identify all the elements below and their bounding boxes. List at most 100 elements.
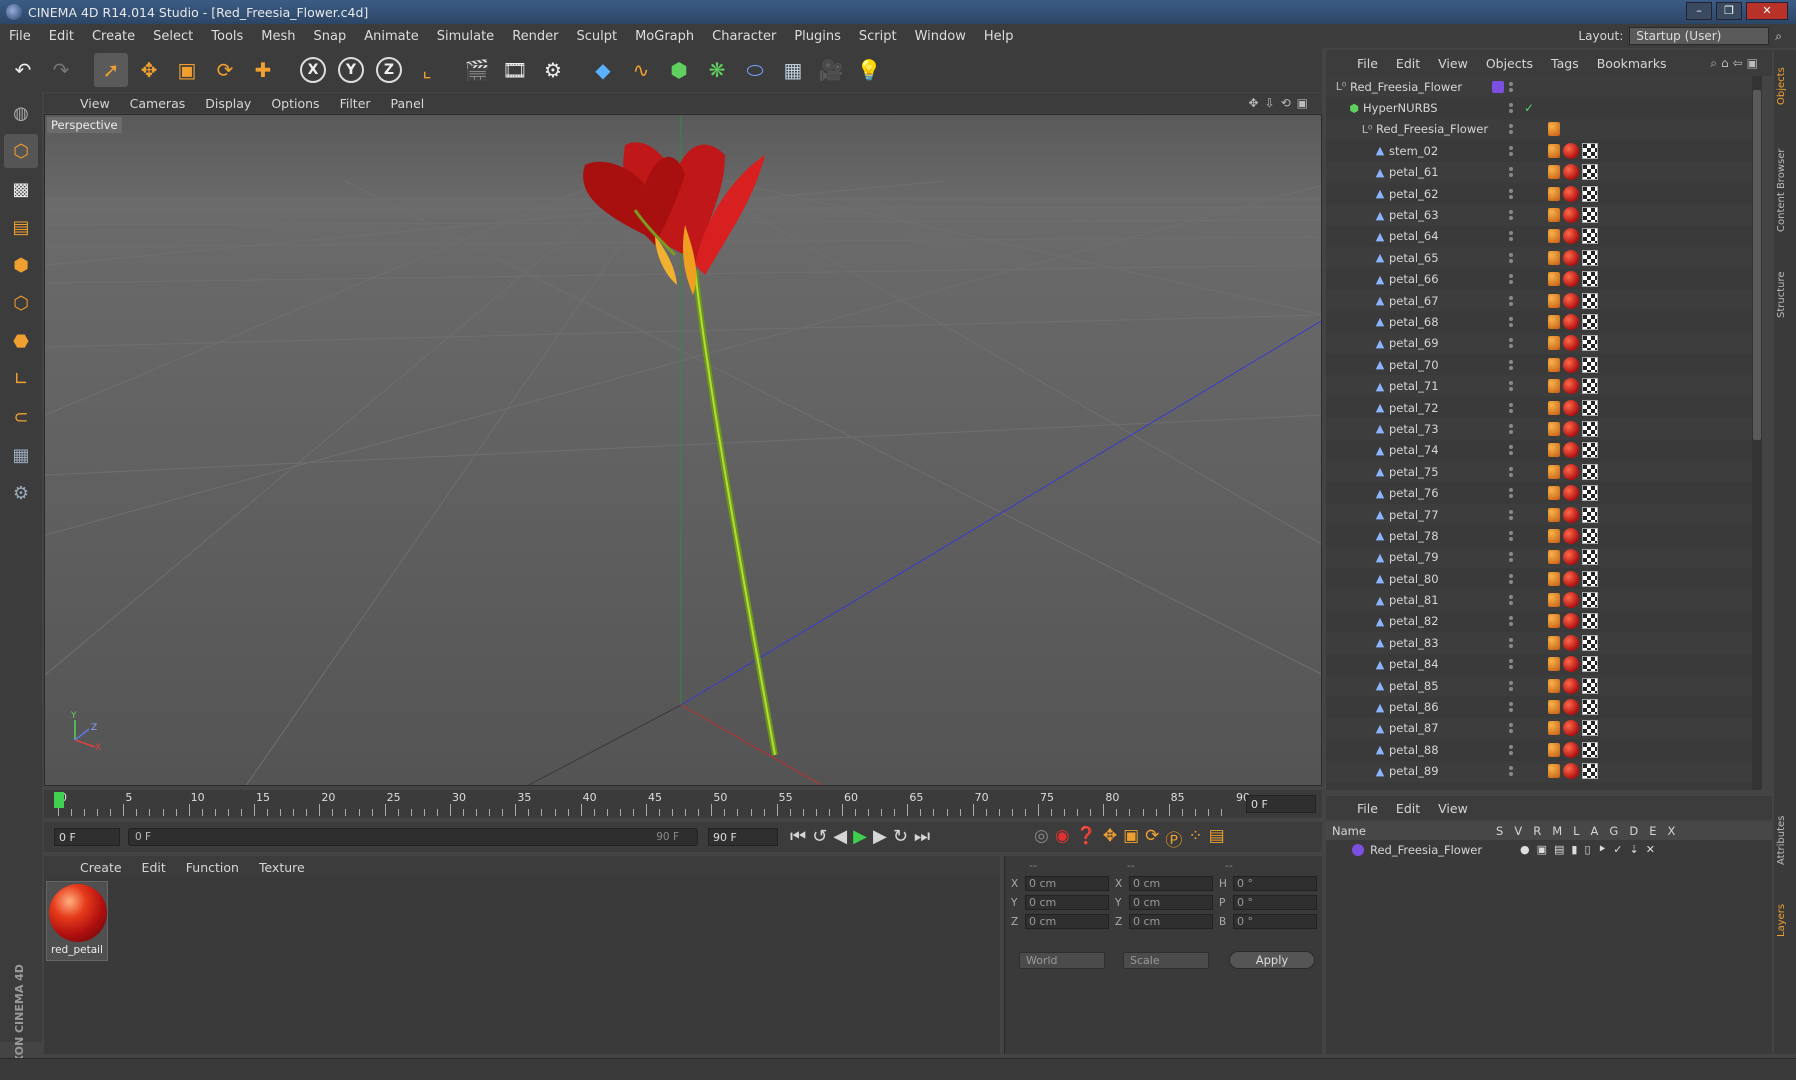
object-name[interactable]: petal_88	[1389, 743, 1439, 757]
phong-tag-icon[interactable]	[1548, 272, 1560, 287]
floor-icon[interactable]: ▦	[776, 53, 810, 87]
polygons-mode-icon[interactable]: ⬣	[4, 324, 38, 358]
current-frame-field[interactable]: 0 F	[1246, 795, 1316, 813]
object-name[interactable]: petal_86	[1389, 700, 1439, 714]
object-row[interactable]: ▲ petal_61	[1326, 161, 1762, 183]
object-row[interactable]: ▲ petal_65	[1326, 247, 1762, 269]
uvw-tag-icon[interactable]	[1582, 356, 1598, 373]
material-tag-icon[interactable]	[1563, 142, 1579, 159]
visibility-dots[interactable]	[1506, 122, 1516, 136]
material-tag-icon[interactable]	[1563, 527, 1579, 544]
edges-mode-icon[interactable]: ⬡	[4, 286, 38, 320]
material-tag-icon[interactable]	[1563, 420, 1579, 437]
object-row[interactable]: ▲ petal_76	[1326, 482, 1762, 503]
menu-animate[interactable]: Animate	[355, 29, 427, 44]
phong-tag-icon[interactable]	[1548, 507, 1560, 522]
object-name[interactable]: petal_65	[1389, 251, 1439, 265]
perspective-viewport[interactable]: Perspective Y Z X	[44, 114, 1322, 786]
close-button[interactable]: ✕	[1746, 2, 1788, 20]
material-tag-icon[interactable]	[1563, 399, 1579, 416]
points-mode-icon[interactable]: ⬢	[4, 248, 38, 282]
menu-snap[interactable]: Snap	[305, 29, 356, 44]
coord-value-field[interactable]: 0 °	[1233, 895, 1317, 910]
visibility-dots[interactable]	[1506, 144, 1516, 158]
deformer-icon[interactable]: ⬭	[738, 53, 772, 87]
phong-tag-icon[interactable]	[1548, 464, 1560, 479]
material-menu-texture[interactable]: Texture	[249, 860, 315, 875]
visibility-dots[interactable]	[1506, 508, 1516, 522]
material-tag-icon[interactable]	[1563, 356, 1579, 373]
object-name[interactable]: petal_73	[1389, 422, 1439, 436]
menu-script[interactable]: Script	[850, 29, 906, 44]
model-mode-icon[interactable]: ⬡	[4, 134, 38, 168]
visibility-dots[interactable]	[1506, 550, 1516, 564]
object-name[interactable]: petal_62	[1389, 187, 1439, 201]
object-row[interactable]: ▲ petal_73	[1326, 418, 1762, 440]
coord-value-field[interactable]: 0 cm	[1025, 876, 1109, 891]
material-tag-icon[interactable]	[1563, 677, 1579, 694]
uvw-tag-icon[interactable]	[1582, 720, 1598, 737]
apply-button[interactable]: Apply	[1229, 951, 1315, 969]
cube-primitive-icon[interactable]: ◆	[586, 53, 620, 87]
phong-tag-icon[interactable]	[1548, 614, 1560, 629]
object-row[interactable]: ▲ petal_64	[1326, 226, 1762, 247]
om-search-home-icons[interactable]: ⌕⌂⇦▣	[1710, 56, 1762, 71]
material-tag-icon[interactable]	[1563, 335, 1579, 352]
enabled-check-icon[interactable]: ✓	[1524, 101, 1534, 115]
world-coord-icon[interactable]: ⌞	[410, 53, 444, 87]
locked-workplane-icon[interactable]: ⚙	[4, 476, 38, 510]
phong-tag-icon[interactable]	[1548, 678, 1560, 693]
object-manager-list[interactable]: L⁰ Red_Freesia_Flower ⬢ HyperNURBS ✓ L⁰ Red_Fr…	[1326, 76, 1762, 790]
playhead-marker[interactable]	[54, 792, 64, 808]
spline-pen-icon[interactable]: ∿	[624, 53, 658, 87]
timeline-ruler[interactable]: 051015202530354045505560657075808590 0 F	[44, 790, 1322, 818]
object-name[interactable]: petal_70	[1389, 358, 1439, 372]
uvw-tag-icon[interactable]	[1582, 420, 1598, 437]
visibility-dots[interactable]	[1506, 657, 1516, 671]
visibility-dots[interactable]	[1506, 294, 1516, 308]
make-editable-icon[interactable]: ◍	[4, 96, 38, 130]
viewport-menu-panel[interactable]: Panel	[381, 96, 435, 111]
nurbs-icon[interactable]: ⬢	[662, 53, 696, 87]
scale-key-icon[interactable]: ▣	[1123, 826, 1139, 851]
om-menu-file[interactable]: File	[1348, 56, 1387, 71]
visibility-dots[interactable]	[1506, 251, 1516, 265]
material-tag-icon[interactable]	[1563, 292, 1579, 309]
menu-help[interactable]: Help	[975, 29, 1023, 44]
material-tag-icon[interactable]	[1563, 185, 1579, 202]
coord-value-field[interactable]: 0 cm	[1129, 876, 1213, 891]
object-row[interactable]: ▲ petal_87	[1326, 717, 1762, 740]
visibility-dots[interactable]	[1506, 358, 1516, 372]
tab-structure[interactable]: Structure	[1776, 260, 1794, 330]
uvw-tag-icon[interactable]	[1582, 485, 1598, 502]
material-tag-icon[interactable]	[1563, 763, 1579, 780]
material-menu-edit[interactable]: Edit	[132, 860, 176, 875]
visibility-dots[interactable]	[1506, 229, 1516, 243]
phong-tag-icon[interactable]	[1548, 208, 1560, 223]
visibility-dots[interactable]	[1506, 486, 1516, 500]
phong-tag-icon[interactable]	[1548, 314, 1560, 329]
object-row[interactable]: ▲ petal_72	[1326, 397, 1762, 418]
object-row[interactable]: ▲ petal_70	[1326, 354, 1762, 375]
uvw-tag-icon[interactable]	[1582, 142, 1598, 159]
object-name[interactable]: petal_85	[1389, 679, 1439, 693]
material-tag-icon[interactable]	[1563, 720, 1579, 737]
object-row[interactable]: ▲ petal_79	[1326, 546, 1762, 568]
light-icon[interactable]: 💡	[852, 53, 886, 87]
object-name[interactable]: HyperNURBS	[1363, 101, 1438, 115]
workplane-mode-icon[interactable]: ▤	[4, 210, 38, 244]
uvw-tag-icon[interactable]	[1582, 271, 1598, 288]
material-tag-icon[interactable]	[1563, 592, 1579, 609]
visibility-dots[interactable]	[1506, 422, 1516, 436]
object-row[interactable]: ▲ petal_74	[1326, 440, 1762, 461]
phong-tag-icon[interactable]	[1548, 379, 1560, 394]
coord-value-field[interactable]: 0 °	[1233, 876, 1317, 891]
visibility-dots[interactable]	[1506, 208, 1516, 222]
uvw-tag-icon[interactable]	[1582, 656, 1598, 673]
uvw-tag-icon[interactable]	[1582, 506, 1598, 523]
object-name[interactable]: petal_64	[1389, 229, 1439, 243]
material-tag-icon[interactable]	[1563, 741, 1579, 758]
material-tag-icon[interactable]	[1563, 570, 1579, 587]
viewport-menu-filter[interactable]: Filter	[330, 96, 381, 111]
object-row[interactable]: ▲ petal_63	[1326, 204, 1762, 226]
